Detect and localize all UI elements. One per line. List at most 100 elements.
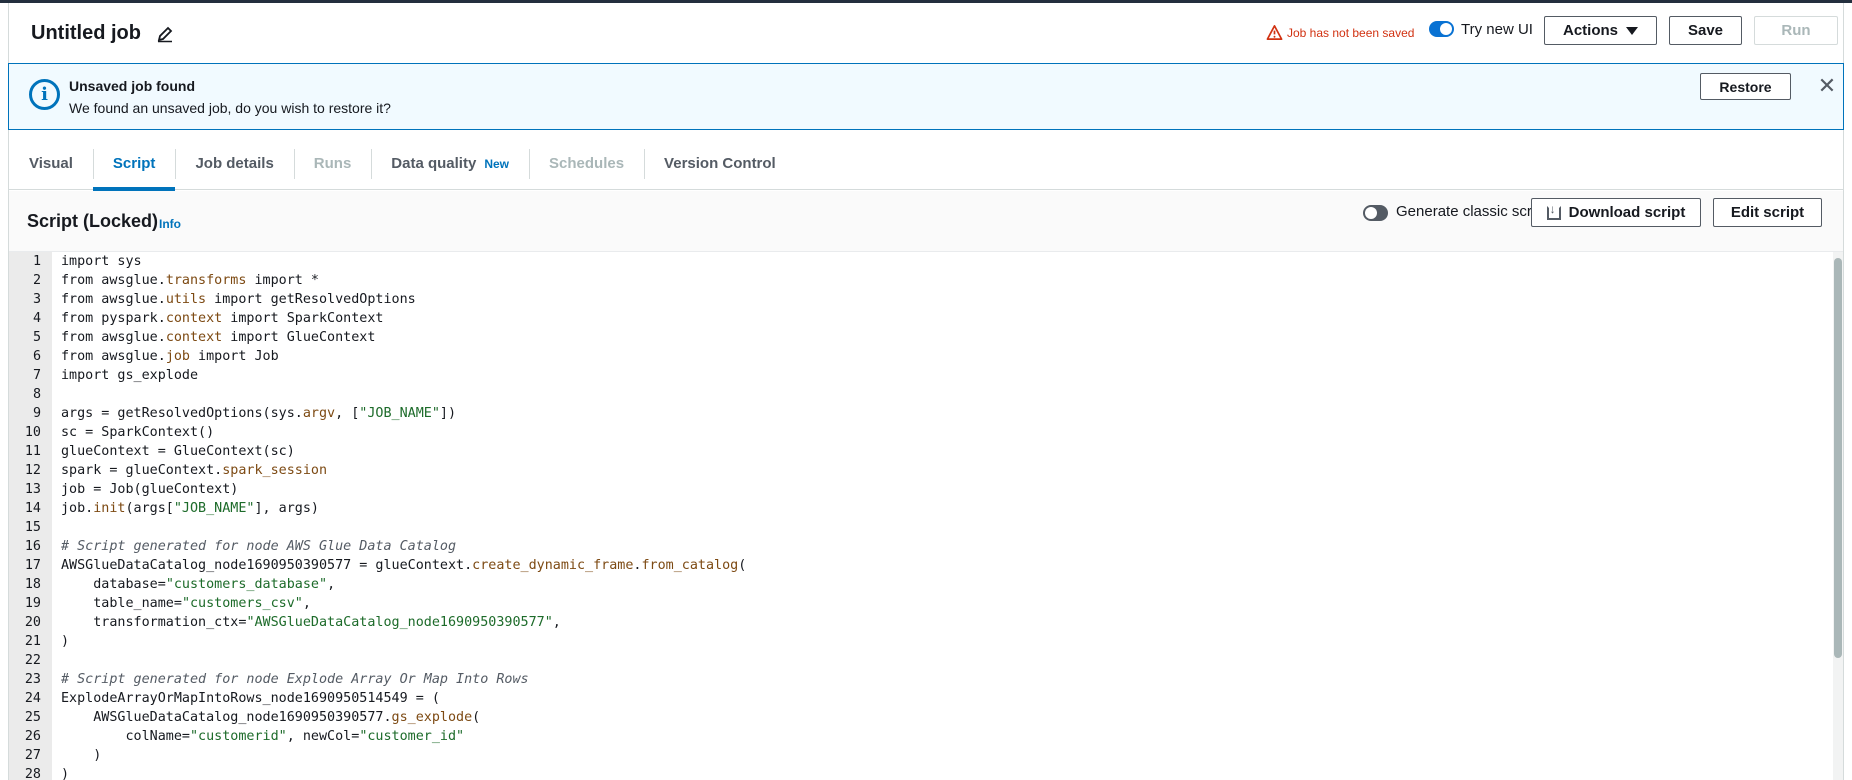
info-icon: i [29, 79, 60, 110]
code-text: job = Job(glueContext) [61, 482, 239, 497]
run-button[interactable]: Run [1754, 16, 1838, 45]
code-text: transformation_ctx="AWSGlueDataCatalog_n… [61, 615, 561, 630]
code-line: 23 # Script generated for node Explode Ar… [9, 670, 1833, 689]
unsaved-warning: Job has not been saved [1266, 24, 1414, 41]
download-icon [1546, 202, 1561, 220]
code-line: 25 AWSGlueDataCatalog_node1690950390577.… [9, 708, 1833, 727]
tab-data-quality[interactable]: Data quality New [371, 137, 529, 190]
code-line: 3 from awsglue.utils import getResolvedOp… [9, 290, 1833, 309]
code-line: 9 args = getResolvedOptions(sys.argv, ["J… [9, 404, 1833, 423]
warning-icon [1266, 25, 1283, 40]
line-number: 11 [24, 444, 41, 459]
code-line: 4 from pyspark.context import SparkContex… [9, 309, 1833, 328]
tab-label: Runs [313, 155, 352, 172]
code-text: args = getResolvedOptions(sys.argv, ["JO… [61, 406, 457, 421]
tab-job-details[interactable]: Job details [175, 137, 293, 190]
actions-button[interactable]: Actions [1544, 16, 1657, 45]
tab-schedules[interactable]: Schedules [529, 137, 644, 190]
unsaved-job-banner: i Unsaved job found We found an unsaved … [8, 63, 1844, 130]
code-line: 15 [9, 518, 1833, 537]
banner-title: Unsaved job found [69, 78, 195, 94]
tab-bar: Visual Script Job details Runs Data qual… [9, 137, 1843, 191]
code-text: ) [61, 748, 102, 763]
line-number: 24 [24, 691, 41, 706]
line-number: 6 [32, 349, 41, 364]
code-text: table_name="customers_csv", [61, 596, 311, 611]
code-line: 26 colName="customerid", newCol="custome… [9, 727, 1833, 746]
line-number: 5 [32, 330, 41, 345]
editor-scrollbar[interactable] [1833, 252, 1843, 780]
line-number: 9 [32, 406, 41, 421]
code-line: 1 import sys [9, 252, 1833, 271]
line-number: 3 [32, 292, 41, 307]
line-number: 19 [24, 596, 41, 611]
code-line: 21) [9, 632, 1833, 651]
line-number: 21 [24, 634, 41, 649]
close-icon[interactable]: ✕ [1815, 74, 1839, 98]
generate-classic-label: Generate classic script. [1396, 203, 1552, 220]
code-text: from awsglue.transforms import * [61, 273, 319, 288]
code-editor[interactable]: 1 import sys 2 from awsglue.transforms impo… [9, 251, 1843, 780]
code-text: ) [61, 634, 70, 649]
code-line: 10 sc = SparkContext() [9, 423, 1833, 442]
save-button[interactable]: Save [1669, 16, 1742, 45]
line-number: 22 [24, 653, 41, 668]
tab-script[interactable]: Script [92, 137, 176, 191]
tab-visual[interactable]: Visual [9, 137, 93, 190]
code-line: 19 table_name="customers_csv", [9, 594, 1833, 613]
tab-label: Job details [195, 155, 274, 172]
banner-text: We found an unsaved job, do you wish to … [69, 100, 391, 116]
code-text: # Script generated for node AWS Glue Dat… [61, 539, 457, 554]
line-number: 2 [32, 273, 41, 288]
code-line: 16 # Script generated for node AWS Glue D… [9, 537, 1833, 556]
line-number: 4 [32, 311, 41, 326]
line-number: 7 [32, 368, 41, 383]
line-number: 27 [24, 748, 41, 763]
code-text: from pyspark.context import SparkContext [61, 311, 384, 326]
edit-pencil-icon[interactable] [155, 24, 175, 44]
line-number: 1 [32, 254, 41, 269]
edit-script-button[interactable]: Edit script [1713, 198, 1822, 227]
line-number: 16 [24, 539, 41, 554]
code-text: spark = glueContext.spark_session [61, 463, 328, 478]
tab-label: Version Control [664, 155, 776, 172]
code-text: import sys [61, 254, 142, 269]
code-line: 17 AWSGlueDataCatalog_node1690950390577 =… [9, 556, 1833, 575]
code-line: 8 [9, 385, 1833, 404]
tab-version-control[interactable]: Version Control [644, 137, 796, 190]
job-title: Untitled job [31, 22, 141, 44]
line-number: 10 [24, 425, 41, 440]
try-new-ui-label: Try new UI [1461, 21, 1533, 38]
code-text: job.init(args["JOB_NAME"], args) [61, 501, 319, 516]
editor-scrollbar-thumb[interactable] [1834, 258, 1842, 658]
restore-button[interactable]: Restore [1700, 73, 1791, 100]
download-script-button[interactable]: Download script [1531, 198, 1701, 227]
line-number: 23 [24, 672, 41, 687]
line-number: 17 [24, 558, 41, 573]
actions-label: Actions [1562, 22, 1618, 39]
code-line: 27 ) [9, 746, 1833, 765]
code-text: from awsglue.utils import getResolvedOpt… [61, 292, 416, 307]
generate-classic-toggle[interactable] [1363, 205, 1388, 221]
code-text: AWSGlueDataCatalog_node1690950390577 = g… [61, 558, 747, 573]
line-number: 12 [24, 463, 41, 478]
code-line: 7 import gs_explode [9, 366, 1833, 385]
code-line: 13 job = Job(glueContext) [9, 480, 1833, 499]
code-line: 12 spark = glueContext.spark_session [9, 461, 1833, 480]
download-label: Download script [1568, 204, 1686, 221]
tab-label: Visual [29, 155, 73, 172]
info-link[interactable]: Info [159, 217, 181, 231]
tab-label: Schedules [549, 155, 625, 172]
unsaved-warning-text: Job has not been saved [1287, 25, 1415, 40]
code-line: 11 glueContext = GlueContext(sc) [9, 442, 1833, 461]
line-number: 20 [24, 615, 41, 630]
caret-down-icon [1626, 26, 1638, 35]
code-text: # Script generated for node Explode Arra… [61, 672, 529, 687]
code-text: from awsglue.job import Job [61, 349, 279, 364]
tab-runs[interactable]: Runs [293, 137, 372, 190]
try-new-ui-toggle[interactable] [1429, 21, 1454, 37]
code-line: 2 from awsglue.transforms import * [9, 271, 1833, 290]
